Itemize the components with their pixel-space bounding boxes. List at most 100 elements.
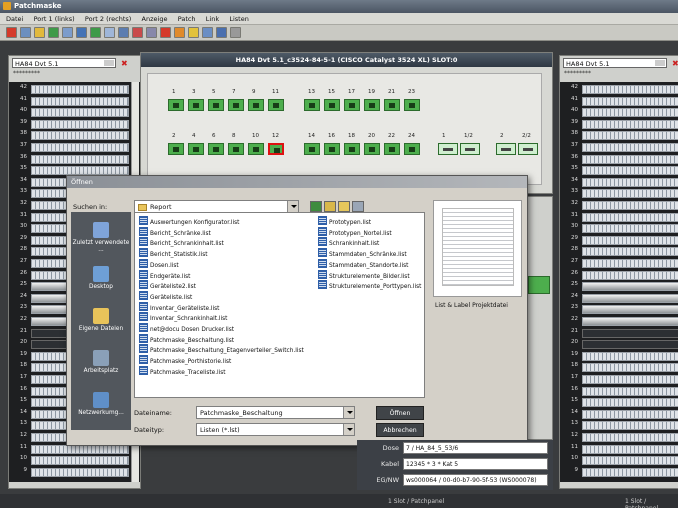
rack-device[interactable] <box>582 351 678 361</box>
close-rack-icon[interactable]: ✖ <box>672 59 678 68</box>
file-item[interactable]: net@docu Dosen Drucker.list <box>139 323 234 333</box>
switch-port[interactable] <box>168 99 184 111</box>
file-item[interactable]: Auswertungen Konfigurator.list <box>139 216 239 226</box>
switch-port[interactable] <box>404 99 420 111</box>
place-desktop[interactable]: Desktop <box>71 266 131 291</box>
rack-device[interactable] <box>582 235 678 245</box>
switch-port[interactable] <box>496 143 516 155</box>
file-item[interactable]: Strukturelemente_Porttypen.list <box>318 280 421 290</box>
file-item[interactable]: Strukturelemente_Bilder.list <box>318 270 410 280</box>
rack-device[interactable] <box>582 317 678 326</box>
info-icon[interactable] <box>216 27 227 38</box>
rack-device[interactable] <box>31 456 129 466</box>
switch-port[interactable] <box>344 143 360 155</box>
file-item[interactable]: Patchmaske_Beschaltung_Etagenverteiler_S… <box>139 344 304 354</box>
rack-device[interactable] <box>582 108 678 118</box>
rack-device[interactable] <box>31 108 129 118</box>
arrow-icon[interactable] <box>48 27 59 38</box>
place-computer[interactable]: Arbeitsplatz <box>71 350 131 375</box>
back-icon[interactable] <box>310 201 322 212</box>
print-icon[interactable] <box>202 27 213 38</box>
link-icon[interactable] <box>104 27 115 38</box>
rack-device[interactable] <box>582 270 678 280</box>
rack-device[interactable] <box>582 305 678 315</box>
rack-device[interactable] <box>31 119 129 129</box>
rack-device[interactable] <box>31 85 129 94</box>
switch-port[interactable] <box>518 143 538 155</box>
rack-device[interactable] <box>31 131 129 141</box>
switch-port[interactable] <box>438 143 458 155</box>
new-folder-icon[interactable] <box>338 201 350 212</box>
rack-device[interactable] <box>582 375 678 384</box>
menu-datei[interactable]: Datei <box>6 15 23 23</box>
switch-port[interactable] <box>304 143 320 155</box>
file-item[interactable]: Geräteliste.list <box>139 291 192 301</box>
file-list[interactable]: Auswertungen Konfigurator.list Bericht_Sc… <box>134 212 425 398</box>
rack-device[interactable] <box>582 444 678 454</box>
switch-port[interactable] <box>304 99 320 111</box>
switch-port[interactable] <box>228 143 244 155</box>
rack-device[interactable] <box>582 154 678 164</box>
rack-device[interactable] <box>582 259 678 268</box>
file-item[interactable]: Endgeräte.list <box>139 270 190 280</box>
file-item[interactable]: Bericht_Schrankinhalt.list <box>139 237 224 247</box>
menu-anzeige[interactable]: Anzeige <box>142 15 168 23</box>
file-item[interactable]: Geräteliste2.list <box>139 280 196 290</box>
menu-listen[interactable]: Listen <box>229 15 248 23</box>
switch-port[interactable] <box>208 143 224 155</box>
switch-port[interactable] <box>384 99 400 111</box>
port-icon[interactable] <box>528 276 550 294</box>
report-icon[interactable] <box>174 27 185 38</box>
rack-device[interactable] <box>582 363 678 373</box>
disconnect-icon[interactable] <box>132 27 143 38</box>
rack-device[interactable] <box>582 201 678 210</box>
rack-device[interactable] <box>582 421 678 431</box>
rack-device[interactable] <box>582 143 678 152</box>
rack-device[interactable] <box>31 143 129 152</box>
file-item[interactable]: Stammdaten_Schränke.list <box>318 248 407 258</box>
rack-device[interactable] <box>31 166 129 176</box>
delete-icon[interactable] <box>160 27 171 38</box>
file-item[interactable]: Bericht_Schränke.list <box>139 227 211 237</box>
rack-view[interactable]: 42 41 40 39 38 37 36 35 34 33 32 31 30 29 28 27 26 25 24 23… <box>560 82 678 482</box>
file-item[interactable]: Patchmaske_Beschaltung.list <box>139 334 234 344</box>
rack-device[interactable] <box>582 398 678 408</box>
rack-device[interactable] <box>582 96 678 106</box>
tool-icon[interactable] <box>34 27 45 38</box>
kabel-field[interactable]: 12345 * 3 * Kat 5 <box>403 458 548 470</box>
rack-device[interactable] <box>582 131 678 141</box>
place-documents[interactable]: Eigene Dateien <box>71 308 131 333</box>
connect-icon[interactable] <box>118 27 129 38</box>
switch-port[interactable] <box>248 99 264 111</box>
rack-device[interactable] <box>582 177 678 187</box>
menu-link[interactable]: Link <box>206 15 219 23</box>
file-item[interactable]: Dosen.list <box>139 259 179 269</box>
rack-device[interactable] <box>582 409 678 419</box>
rack-device[interactable] <box>582 293 678 303</box>
switch-port[interactable] <box>188 99 204 111</box>
menu-port2[interactable]: Port 2 (rechts) <box>85 15 131 23</box>
close-project-icon[interactable] <box>6 27 17 38</box>
menu-patch[interactable]: Patch <box>178 15 196 23</box>
folder-icon[interactable] <box>188 27 199 38</box>
switch-port[interactable] <box>460 143 480 155</box>
menu-port1[interactable]: Port 1 (links) <box>34 15 75 23</box>
rack-device[interactable] <box>582 119 678 129</box>
rack-device[interactable] <box>582 282 678 292</box>
switch-port[interactable] <box>344 99 360 111</box>
close-rack-icon[interactable]: ✖ <box>121 59 128 68</box>
rack-device[interactable] <box>582 166 678 176</box>
rack-device[interactable] <box>31 467 129 477</box>
switch-port[interactable] <box>404 143 420 155</box>
open-button[interactable]: Öffnen <box>376 406 424 420</box>
rack-device[interactable] <box>582 247 678 257</box>
file-item[interactable]: Patchmaske_Traceliste.list <box>139 366 226 376</box>
rack-icon[interactable] <box>20 27 31 38</box>
rack-device[interactable] <box>582 456 678 466</box>
rack-device[interactable] <box>582 340 678 350</box>
switch-port[interactable] <box>268 143 284 155</box>
place-network[interactable]: Netzwerkumg... <box>71 392 131 417</box>
cancel-button[interactable]: Abbrechen <box>376 423 424 437</box>
eg-field[interactable]: ws000064 / 00-d0-b7-90-5f-53 (WS000078) <box>403 474 548 486</box>
switch-port[interactable] <box>364 143 380 155</box>
